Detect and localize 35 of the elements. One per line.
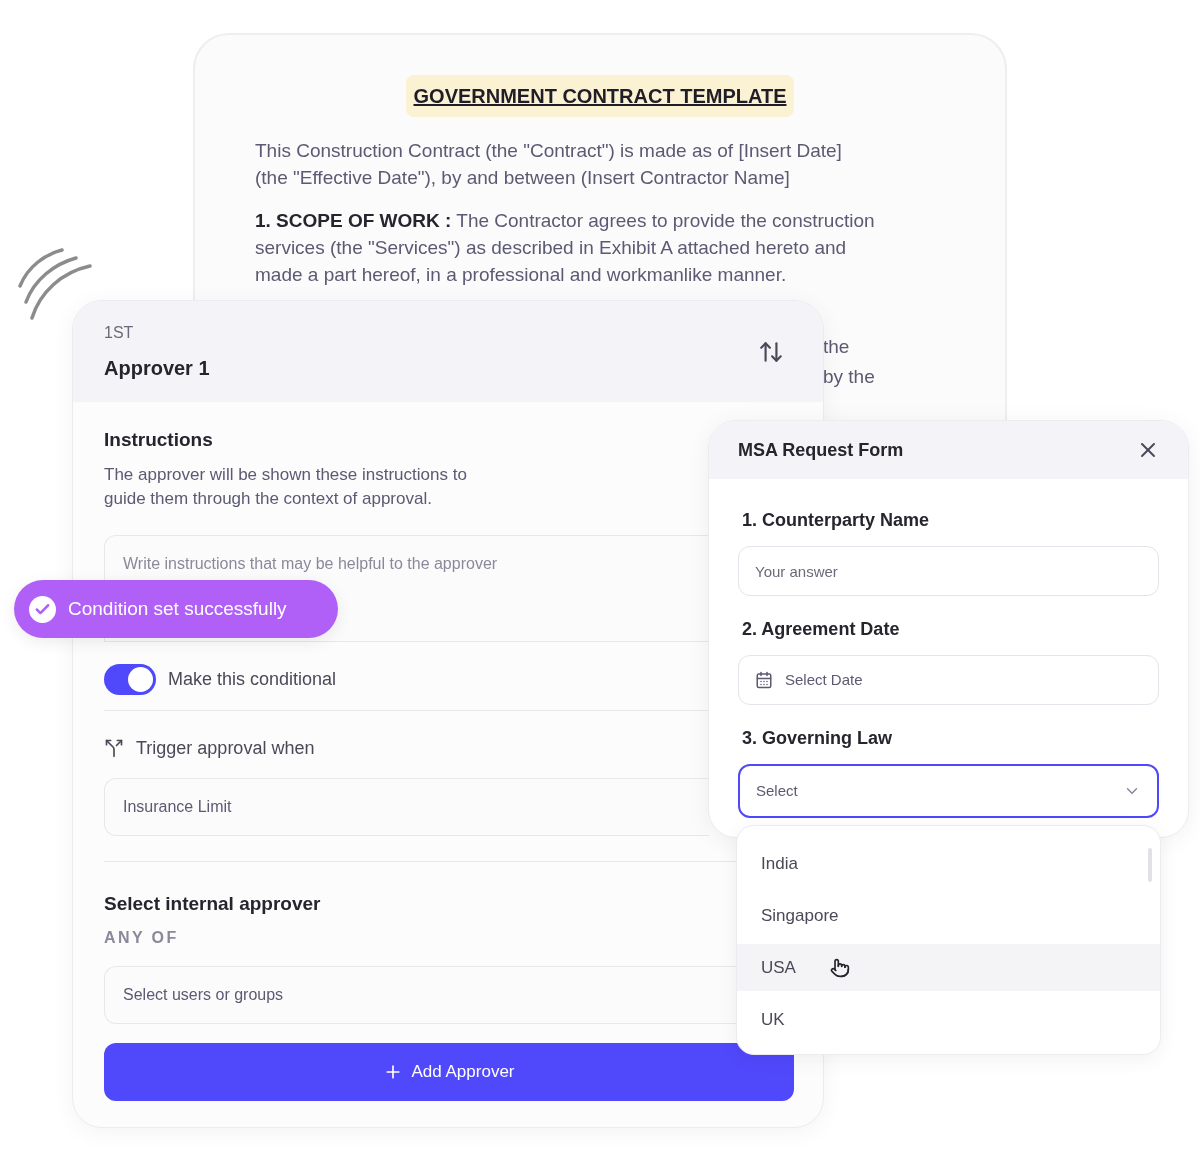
approver-title: Approver 1: [104, 355, 210, 381]
contract-text-fragment: by the: [823, 365, 875, 389]
approver-select-field[interactable]: Select users or groups: [104, 966, 738, 1024]
contract-text-line: made a part hereof, in a professional and workmanlike manner.: [255, 263, 787, 287]
contract-text-line: services (the "Services") as described in Exhibit A attached hereto and: [255, 236, 847, 260]
question-label: 3. Governing Law: [741, 727, 894, 750]
approver-order: 1ST: [104, 322, 135, 343]
trigger-field[interactable]: Insurance Limit: [104, 777, 709, 836]
contract-text-line: 1. SCOPE OF WORK : The Contractor agrees to provide the construction: [255, 209, 875, 233]
select-field[interactable]: Select: [738, 764, 1159, 818]
contract-text-fragment: the: [823, 335, 850, 359]
trigger-label: Trigger approval when: [136, 736, 315, 760]
document-title: GOVERNMENT CONTRACT TEMPLATE: [405, 75, 795, 117]
approver-select-heading: Select internal approver: [104, 891, 321, 916]
pointer-cursor-icon: [829, 957, 850, 978]
dropdown-option[interactable]: India: [737, 840, 1160, 887]
conditional-toggle[interactable]: [104, 663, 156, 695]
question-label: 1. Counterparty Name: [741, 509, 931, 532]
form-title: MSA Request Form: [738, 438, 904, 462]
date-field[interactable]: Select Date: [738, 655, 1159, 705]
instructions-heading: Instructions: [104, 428, 213, 452]
calendar-icon: [755, 671, 773, 689]
add-approver-button[interactable]: Add Approver: [104, 1043, 794, 1101]
instructions-description: The approver will be shown these instructions to guide them through the context of approval.: [104, 463, 468, 510]
branch-icon: [104, 738, 124, 758]
check-icon: [29, 595, 56, 623]
approver-mode: ANY OF: [104, 928, 179, 948]
conditional-label: Make this conditional: [168, 667, 337, 691]
contract-text-line: This Construction Contract (the "Contract") is made as of [Insert Date]: [255, 139, 842, 163]
answer-field[interactable]: Your answer: [738, 546, 1159, 596]
dropdown-option[interactable]: Singapore: [737, 892, 1160, 939]
contract-text-line: (the "Effective Date"), by and between (Insert Contractor Name]: [255, 166, 790, 190]
dropdown-option[interactable]: USA: [737, 944, 1160, 991]
question-label: 2. Agreement Date: [741, 618, 901, 641]
dropdown-option[interactable]: UK: [737, 996, 1160, 1043]
